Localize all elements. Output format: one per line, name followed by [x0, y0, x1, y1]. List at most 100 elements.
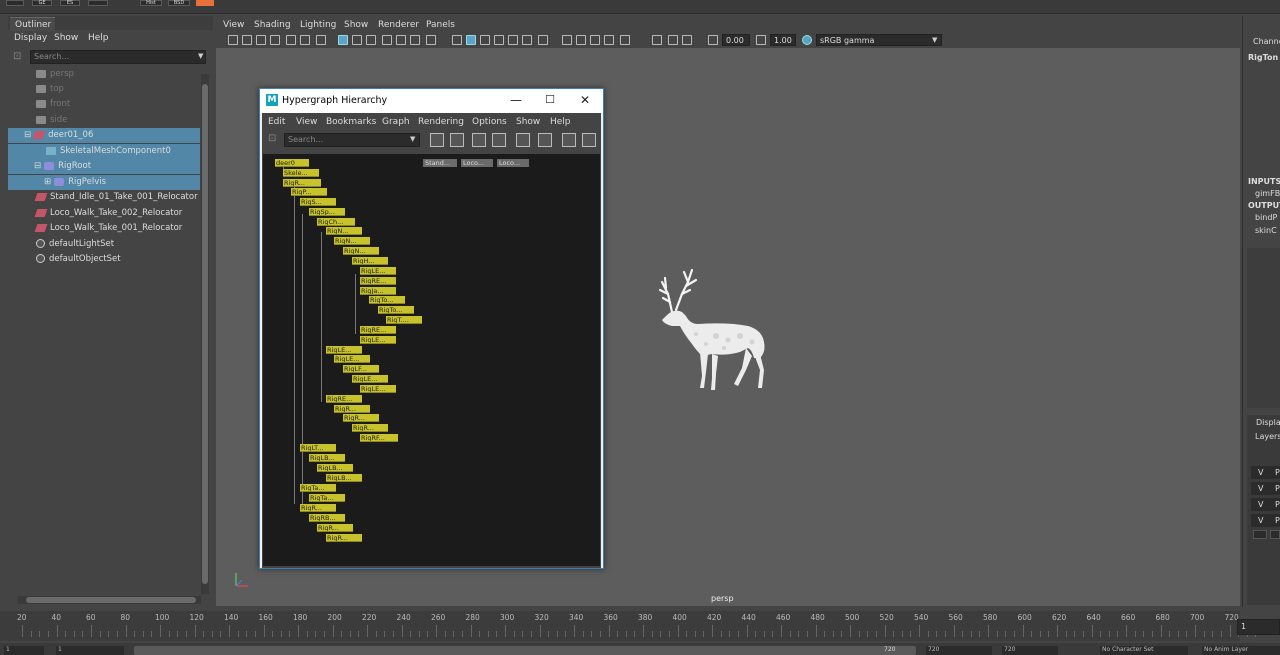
- view-transform-select[interactable]: sRGB gamma: [816, 34, 942, 46]
- scrollbar-thumb[interactable]: [26, 597, 196, 603]
- shelf-button[interactable]: ES: [60, 0, 80, 6]
- backface-culling-icon[interactable]: [682, 35, 692, 45]
- playback-start-field[interactable]: 1: [56, 646, 124, 655]
- outliner-item-loco-walk-001[interactable]: Loco_Walk_Take_001_Relocator: [8, 221, 200, 236]
- hg-node[interactable]: RigLE...: [360, 336, 396, 344]
- viewport-menu-lighting[interactable]: Lighting: [300, 20, 336, 30]
- xray-icon[interactable]: [620, 35, 630, 45]
- film-gate-icon[interactable]: [352, 35, 362, 45]
- hg-node[interactable]: RigR...: [352, 424, 388, 432]
- hg-node[interactable]: RigLE...: [326, 346, 362, 354]
- outliner-item-side[interactable]: side: [8, 113, 200, 128]
- resolution-gate-icon[interactable]: [366, 35, 376, 45]
- viewport-menu-view[interactable]: View: [223, 20, 244, 30]
- hg-menu-graph[interactable]: Graph: [382, 117, 410, 127]
- hg-menu-view[interactable]: View: [296, 117, 317, 127]
- new-layer-icon[interactable]: [1253, 530, 1267, 539]
- anim-layer-select[interactable]: No Anim Layer: [1202, 646, 1280, 655]
- screen-space-ao-icon[interactable]: [538, 35, 548, 45]
- safe-action-icon[interactable]: [410, 35, 420, 45]
- hg-node[interactable]: RigRB...: [309, 514, 345, 522]
- visibility-toggle[interactable]: V: [1258, 484, 1263, 493]
- outliner-horizontal-scrollbar[interactable]: [18, 596, 201, 604]
- outliner-item-top[interactable]: top: [8, 82, 200, 97]
- wireframe-icon[interactable]: [452, 35, 462, 45]
- shelf-button[interactable]: [88, 0, 108, 6]
- frame-branch-icon[interactable]: [492, 133, 506, 147]
- hg-node[interactable]: RigLB...: [317, 464, 353, 472]
- hg-node[interactable]: RigS...: [300, 198, 336, 206]
- smooth-shade-icon[interactable]: [466, 35, 476, 45]
- hypergraph-search-input[interactable]: Search...: [284, 133, 420, 147]
- frame-hierarchy-icon[interactable]: [472, 133, 486, 147]
- hg-node[interactable]: RigR...: [326, 534, 362, 542]
- hg-menu-options[interactable]: Options: [472, 117, 507, 127]
- end-frame-field[interactable]: 720: [1002, 646, 1058, 655]
- output-node[interactable]: skinC: [1255, 226, 1277, 235]
- hg-node[interactable]: RigCh...: [317, 218, 355, 226]
- hg-node[interactable]: RigLB...: [309, 454, 345, 462]
- filter-icon[interactable]: ⊡: [268, 133, 276, 144]
- hg-node[interactable]: RigTa...: [309, 494, 345, 502]
- hypergraph-titlebar[interactable]: M Hypergraph Hierarchy — ☐ ✕: [260, 89, 603, 113]
- input-output-icon[interactable]: [538, 133, 552, 147]
- collapse-icon[interactable]: ⊟: [24, 130, 31, 140]
- hg-node[interactable]: RigH...: [352, 257, 388, 265]
- hg-node[interactable]: RigJa...: [360, 287, 396, 295]
- playback-toggle[interactable]: P: [1275, 484, 1280, 493]
- hg-node[interactable]: RigR...: [343, 414, 379, 422]
- character-set-select[interactable]: No Character Set: [1100, 646, 1188, 655]
- wireframe-on-shaded-icon[interactable]: [480, 35, 490, 45]
- gate-mask-icon[interactable]: [382, 35, 392, 45]
- hg-menu-bookmarks[interactable]: Bookmarks: [326, 117, 376, 127]
- hg-node[interactable]: RigN...: [334, 237, 370, 245]
- hg-node[interactable]: RigLB...: [326, 474, 362, 482]
- select-camera-icon[interactable]: [228, 35, 238, 45]
- hg-node[interactable]: RigTo...: [378, 306, 414, 314]
- safe-title-icon[interactable]: [426, 35, 436, 45]
- outliner-vertical-scrollbar[interactable]: [201, 74, 209, 594]
- hg-node[interactable]: RigSp...: [309, 208, 345, 216]
- color-management-icon[interactable]: [802, 35, 812, 45]
- shadows-icon[interactable]: [522, 35, 532, 45]
- hg-node[interactable]: RigR...: [334, 405, 370, 413]
- motion-blur-icon[interactable]: [562, 35, 572, 45]
- range-slider[interactable]: 720: [134, 646, 916, 655]
- outliner-item-deer01-06[interactable]: ⊟ deer01_06: [8, 128, 200, 143]
- hg-node[interactable]: RigRE...: [326, 395, 362, 403]
- hg-node[interactable]: deer0: [275, 159, 309, 167]
- outliner-item-rigpelvis[interactable]: ⊞ RigPelvis: [8, 175, 200, 190]
- hg-node[interactable]: RigN...: [343, 247, 379, 255]
- gamma-icon[interactable]: [756, 35, 766, 45]
- tab-display-layers[interactable]: Displa: [1256, 418, 1280, 427]
- collapse-icon[interactable]: ⊟: [34, 161, 41, 171]
- hg-node[interactable]: RigTa...: [300, 484, 336, 492]
- chevron-down-icon[interactable]: ▼: [932, 36, 937, 44]
- outliner-item-skeletalmesh[interactable]: SkeletalMeshComponent0: [8, 144, 200, 159]
- hypergraph-window[interactable]: M Hypergraph Hierarchy — ☐ ✕ Edit View B…: [259, 88, 604, 569]
- camera-attributes-icon[interactable]: [242, 35, 252, 45]
- outliner-menu-help[interactable]: Help: [88, 33, 109, 43]
- scene-hierarchy-icon[interactable]: [516, 133, 530, 147]
- hg-node[interactable]: RigLE...: [352, 375, 388, 383]
- shelf-button-accent[interactable]: [196, 0, 214, 6]
- hypergraph-graph-area[interactable]: deer0 Skele... RigR... RigP... RigS... R…: [263, 154, 600, 566]
- hg-node[interactable]: RigR...: [317, 524, 353, 532]
- image-plane-icon[interactable]: [270, 35, 280, 45]
- shelf-button[interactable]: Hist: [140, 0, 162, 6]
- hg-menu-help[interactable]: Help: [550, 117, 571, 127]
- use-all-lights-icon[interactable]: [508, 35, 518, 45]
- hg-node[interactable]: RigRF...: [360, 434, 398, 442]
- chevron-down-icon[interactable]: ▼: [410, 135, 415, 143]
- time-slider[interactable]: 20 40 60 80 100 120 140 160 180 200 220 240 260 280 30…: [0, 611, 1257, 641]
- hg-node-relocator[interactable]: Stand...: [423, 159, 457, 167]
- grease-pencil-icon[interactable]: [286, 35, 296, 45]
- hg-node[interactable]: Skele...: [283, 169, 319, 177]
- hg-node[interactable]: RigLT...: [300, 444, 336, 452]
- bookmark-add-icon[interactable]: [562, 133, 576, 147]
- hg-node[interactable]: RigT....: [386, 316, 422, 324]
- viewport-menu-show[interactable]: Show: [344, 20, 368, 30]
- layer-row[interactable]: VP: [1251, 466, 1280, 479]
- layer-row[interactable]: VP: [1251, 498, 1280, 511]
- outliner-item-stand-idle[interactable]: Stand_Idle_01_Take_001_Relocator: [8, 190, 200, 205]
